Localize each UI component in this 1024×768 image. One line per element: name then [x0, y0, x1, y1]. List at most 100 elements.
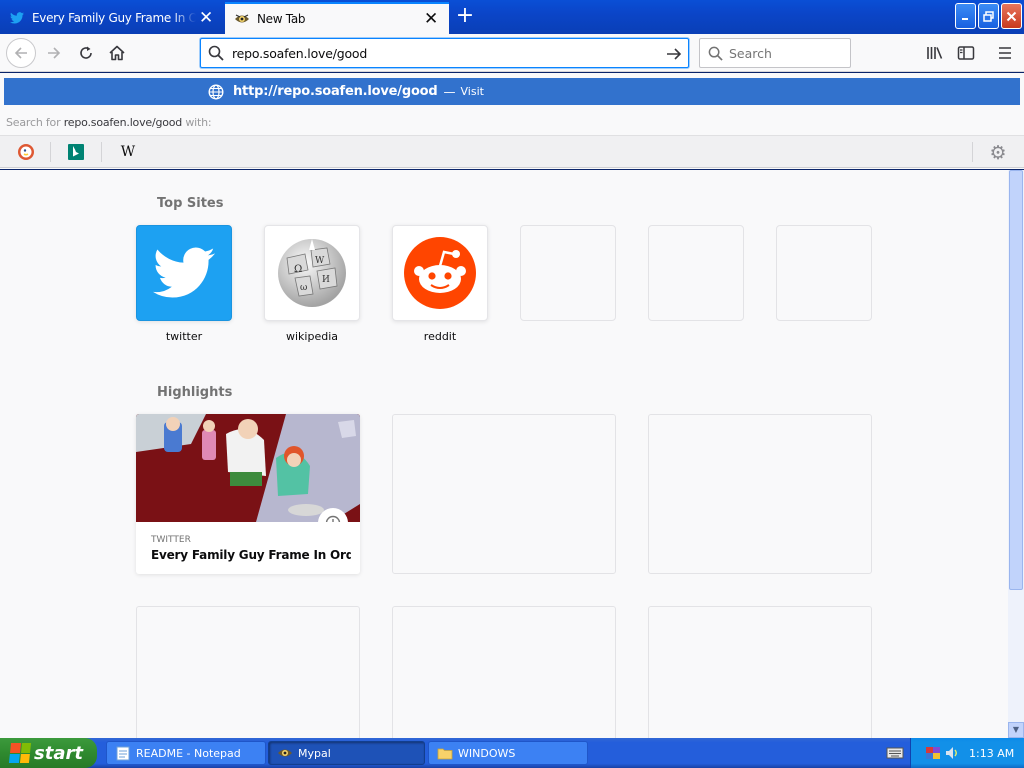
taskbar-item-label: Mypal	[298, 746, 331, 760]
keyboard-icon[interactable]	[886, 745, 904, 761]
scrollbar-thumb[interactable]	[1009, 170, 1023, 590]
visit-separator: —	[443, 84, 456, 99]
top-site-reddit[interactable]: reddit	[392, 225, 488, 343]
bing-engine-button[interactable]	[64, 140, 88, 164]
restore-button[interactable]	[978, 3, 999, 29]
taskbar-item-label: README - Notepad	[136, 746, 241, 760]
reload-button[interactable]	[72, 39, 100, 67]
library-button[interactable]	[921, 39, 949, 67]
highlight-source: TWITTER	[151, 535, 191, 545]
engine-divider	[50, 142, 51, 162]
notepad-icon	[115, 745, 131, 761]
tab-title: Every Family Guy Frame In Order	[32, 11, 196, 25]
top-site-wikipedia[interactable]: Ω W И ω wikipedia	[264, 225, 360, 343]
system-tray: 1:13 AM	[910, 738, 1024, 768]
highlight-placeholder	[136, 606, 360, 738]
taskbar-clock[interactable]: 1:13 AM	[969, 747, 1014, 760]
tab-family-guy[interactable]: Every Family Guy Frame In Order ✕	[0, 2, 224, 34]
visit-suggestion[interactable]: http://repo.soafen.love/good — Visit	[4, 78, 1020, 105]
hamburger-menu-icon	[999, 47, 1011, 59]
engine-divider	[101, 142, 102, 162]
svg-text:И: И	[322, 275, 330, 285]
search-for-suffix: with:	[185, 116, 212, 129]
page-scrollbar[interactable]: ▼	[1008, 170, 1024, 738]
search-bar[interactable]	[699, 38, 851, 68]
top-sites-heading: Top Sites	[157, 196, 224, 211]
back-button[interactable]	[6, 38, 36, 68]
top-site-empty	[776, 225, 872, 330]
search-with-text: Search for repo.soafen.love/good with:	[6, 116, 212, 129]
highlight-card[interactable]: TWITTER Every Family Guy Frame In Orde..…	[136, 414, 360, 574]
visit-url-scheme: http://	[233, 84, 278, 99]
top-site-label: twitter	[165, 330, 203, 343]
menu-button[interactable]	[991, 39, 1019, 67]
network-icon[interactable]	[925, 745, 941, 761]
duckduckgo-engine-button[interactable]	[14, 140, 38, 164]
empty-tile	[520, 225, 616, 321]
duckduckgo-icon	[18, 144, 34, 160]
start-button[interactable]: start	[0, 738, 97, 768]
forward-button[interactable]	[40, 39, 68, 67]
top-site-empty	[648, 225, 744, 330]
sidebar-button[interactable]	[952, 39, 980, 67]
svg-text:W: W	[315, 256, 325, 266]
folder-icon	[437, 745, 453, 761]
top-site-twitter[interactable]: twitter	[136, 225, 232, 343]
tab-new-tab[interactable]: New Tab ✕	[225, 2, 449, 34]
reddit-alien-icon	[404, 237, 476, 309]
home-button[interactable]	[103, 39, 131, 67]
tab-title: New Tab	[257, 12, 306, 26]
go-arrow-icon[interactable]	[664, 44, 684, 64]
highlights-heading: Highlights	[157, 385, 233, 400]
highlight-thumbnail	[136, 414, 360, 522]
url-bar[interactable]	[200, 38, 689, 68]
taskbar-item-mypal[interactable]: Mypal	[268, 741, 425, 765]
wikipedia-tile[interactable]: Ω W И ω	[264, 225, 360, 321]
forward-arrow-icon	[48, 47, 61, 59]
empty-tile	[648, 225, 744, 321]
engine-divider	[972, 142, 973, 162]
close-window-button[interactable]	[1001, 3, 1022, 29]
mypal-icon	[277, 745, 293, 761]
visit-url-host: repo.soafen.love/good	[277, 84, 438, 99]
minimize-icon	[962, 17, 968, 20]
svg-text:Ω: Ω	[294, 264, 302, 275]
close-tab-icon[interactable]: ✕	[196, 8, 216, 28]
taskbar-item-windows-folder[interactable]: WINDOWS	[428, 741, 588, 765]
scroll-down-arrow-icon[interactable]: ▼	[1008, 722, 1024, 738]
search-icon	[708, 46, 723, 61]
url-input[interactable]	[232, 45, 652, 61]
new-tab-page: Top Sites twitter Ω W И ω wikipedia redd…	[0, 170, 1008, 738]
highlight-placeholder	[392, 414, 616, 574]
twitter-tile[interactable]	[136, 225, 232, 321]
start-label: start	[34, 742, 83, 764]
reload-icon	[80, 46, 92, 59]
highlight-title: Every Family Guy Frame In Orde...	[151, 548, 351, 562]
highlight-placeholder	[648, 606, 872, 738]
minimize-button[interactable]	[955, 3, 976, 29]
empty-tile	[776, 225, 872, 321]
taskbar-item-notepad[interactable]: README - Notepad	[106, 741, 266, 765]
reddit-tile[interactable]	[392, 225, 488, 321]
navigation-toolbar	[0, 34, 1024, 72]
windows-logo-icon	[8, 743, 32, 763]
wikipedia-globe-icon: Ω W И ω	[278, 239, 346, 307]
search-icon	[208, 45, 228, 61]
highlight-placeholder	[648, 414, 872, 574]
taskbar-item-label: WINDOWS	[458, 746, 516, 760]
restore-icon	[983, 10, 994, 22]
mypal-icon	[234, 11, 250, 27]
search-settings-gear-icon[interactable]: ⚙	[986, 141, 1010, 165]
tab-bar: Every Family Guy Frame In Order ✕ New Ta…	[0, 0, 1024, 34]
volume-icon[interactable]	[944, 745, 960, 761]
close-icon	[1006, 11, 1017, 21]
highlight-placeholder	[392, 606, 616, 738]
one-off-search-engines: W ⚙	[0, 135, 1024, 168]
new-tab-button[interactable]: +	[452, 5, 478, 29]
close-tab-icon[interactable]: ✕	[421, 9, 441, 29]
wikipedia-w-icon[interactable]: W	[116, 140, 140, 164]
search-input[interactable]	[729, 45, 839, 61]
twitter-icon	[9, 10, 25, 26]
bing-icon	[68, 144, 84, 160]
globe-icon	[208, 83, 226, 101]
